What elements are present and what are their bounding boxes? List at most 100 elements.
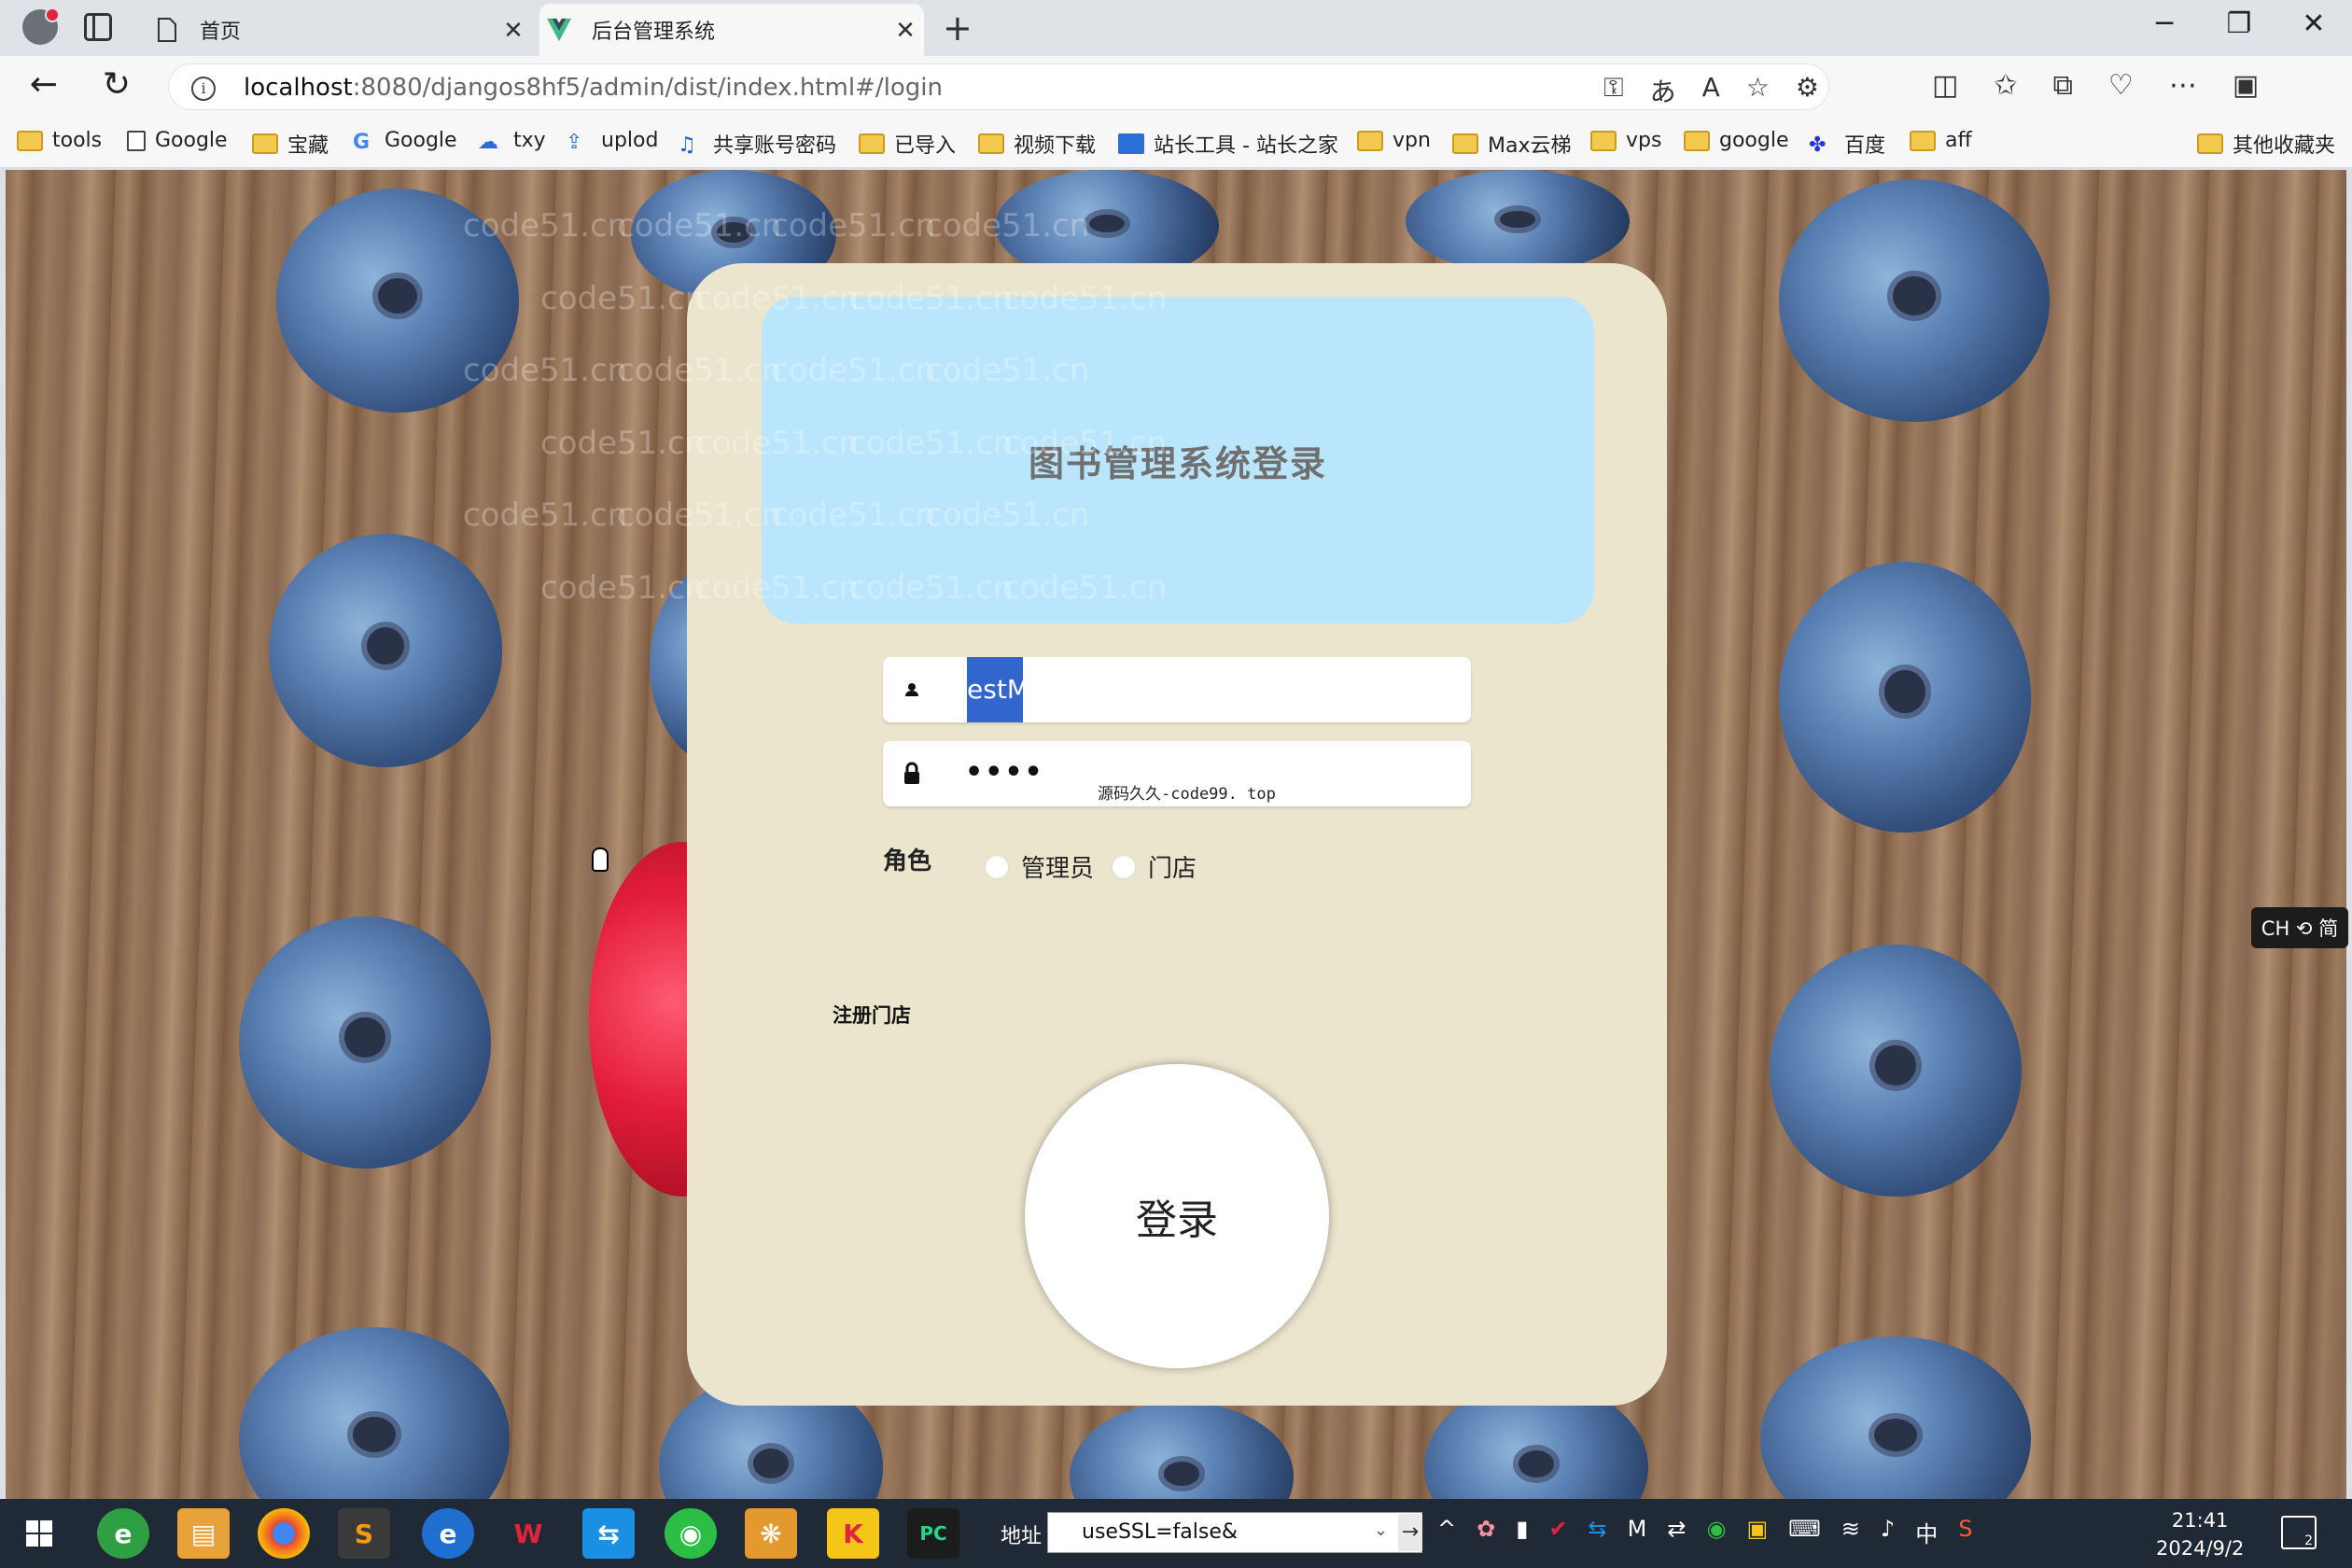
wifi-icon[interactable]: ≋ xyxy=(1841,1516,1860,1548)
sidebar-icon[interactable]: ▣ xyxy=(2233,69,2259,102)
url-text[interactable]: localhost:8080/djangos8hf5/admin/dist/in… xyxy=(244,74,943,102)
extensions-icon[interactable]: ⚙ xyxy=(1796,72,1819,109)
k-tray-icon[interactable]: ▣ xyxy=(1746,1516,1768,1548)
url-bar[interactable]: i localhost:8080/djangos8hf5/admin/dist/… xyxy=(168,63,1829,110)
profile-avatar-icon[interactable] xyxy=(22,7,60,45)
more-menu-icon[interactable]: ⋯ xyxy=(2169,69,2197,102)
start-menu-icon[interactable] xyxy=(13,1508,65,1559)
ime-toolbar[interactable]: CH ⟲ 简 xyxy=(2251,907,2348,948)
bookmark-uplod[interactable]: ⇪ uplod xyxy=(566,129,658,154)
bookmark-vpn[interactable]: vpn xyxy=(1357,129,1431,152)
username-field[interactable]: estM xyxy=(883,657,1471,722)
sublime-text-icon[interactable]: S xyxy=(338,1508,390,1559)
chrome-icon[interactable] xyxy=(258,1508,310,1559)
bookmark-treasure[interactable]: 宝藏 xyxy=(252,129,329,159)
mail-icon[interactable]: M xyxy=(1628,1516,1647,1548)
back-icon[interactable]: ← xyxy=(21,65,67,104)
favorites-icon[interactable]: ✩ xyxy=(1994,69,2017,102)
volume-icon[interactable]: ♪ xyxy=(1881,1516,1895,1548)
restore-icon[interactable]: ❐ xyxy=(2216,7,2262,40)
wechat-icon[interactable]: ◉ xyxy=(665,1508,717,1559)
refresh-icon[interactable]: ↻ xyxy=(93,65,140,104)
bookmark-imported[interactable]: 已导入 xyxy=(859,129,956,159)
mouse-cursor-icon xyxy=(592,847,609,872)
translate-icon[interactable]: あ xyxy=(1650,72,1676,109)
bookmark-shared-accounts[interactable]: ♫ 共享账号密码 xyxy=(678,129,836,159)
teamviewer-tray-icon[interactable]: ⇆ xyxy=(1589,1516,1607,1548)
keyboard-icon[interactable]: ⌨ xyxy=(1788,1516,1821,1548)
site-info-icon[interactable]: i xyxy=(191,77,216,101)
bookmark-video-download[interactable]: 视频下载 xyxy=(978,129,1096,159)
read-aloud-icon[interactable]: A xyxy=(1702,72,1720,109)
bookmark-other-favorites[interactable]: 其他收藏夹 xyxy=(2197,129,2335,159)
wps-icon[interactable]: W xyxy=(502,1508,554,1559)
minimize-icon[interactable]: ─ xyxy=(2141,7,2188,40)
login-card: 图书管理系统登录 estM •••• 源码久久-code99. top 角色 管… xyxy=(687,263,1667,1406)
ime-indicator[interactable]: 中 xyxy=(1915,1516,1938,1548)
login-title: 图书管理系统登录 xyxy=(1028,442,1327,484)
usb-icon[interactable]: ▮ xyxy=(1516,1516,1528,1548)
sync-icon[interactable]: ⇄ xyxy=(1667,1516,1686,1548)
background-berry xyxy=(239,917,491,1169)
password-input[interactable]: •••• xyxy=(965,756,1044,789)
bookmark-txy[interactable]: ☁ txy xyxy=(478,129,546,154)
bookmark-google-page[interactable]: Google xyxy=(127,129,228,152)
pycharm-icon[interactable]: PC xyxy=(907,1508,959,1559)
close-icon[interactable]: ✕ xyxy=(500,17,526,45)
tray-app-icon[interactable]: ✿ xyxy=(1477,1516,1495,1548)
app-icon[interactable]: ❋ xyxy=(745,1508,797,1559)
file-explorer-icon[interactable]: ▤ xyxy=(177,1508,230,1559)
teamviewer-icon[interactable]: ⇆ xyxy=(582,1508,635,1559)
bookmark-google-folder[interactable]: google xyxy=(1684,129,1789,152)
tab-label: 首页 xyxy=(200,21,242,44)
key-icon[interactable]: ⚿ xyxy=(1603,72,1623,109)
edge-icon[interactable]: e xyxy=(422,1508,474,1559)
ie-browser-icon[interactable]: e xyxy=(97,1508,149,1559)
window-close-icon[interactable]: ✕ xyxy=(2290,7,2337,40)
bookmark-tools[interactable]: tools xyxy=(17,129,102,152)
go-arrow-icon[interactable]: → xyxy=(1398,1514,1422,1551)
taskbar-clock[interactable]: 21:41 2024/9/2 xyxy=(2156,1506,2244,1562)
split-screen-icon[interactable]: ◫ xyxy=(1932,69,1958,102)
cloud-icon: ☁ xyxy=(478,130,498,154)
notification-center-icon[interactable]: 2 xyxy=(2281,1516,2317,1549)
bookmark-google[interactable]: G Google xyxy=(353,129,457,154)
tab-admin[interactable]: 后台管理系统 ✕ xyxy=(539,4,924,56)
new-tab-icon[interactable]: + xyxy=(943,7,973,49)
register-store-link[interactable]: 注册门店 xyxy=(833,1001,911,1029)
address-toolbar: ← ↻ i localhost:8080/djangos8hf5/admin/d… xyxy=(0,56,2352,119)
taskbar-address-input[interactable]: useSSL=false& ⌄ xyxy=(1047,1512,1422,1553)
radio-circle[interactable] xyxy=(1113,855,1135,878)
bookmark-baidu[interactable]: ✤ 百度 xyxy=(1809,129,1885,159)
sogou-input-icon[interactable]: S xyxy=(1958,1516,1972,1548)
username-input[interactable]: estM xyxy=(967,657,1023,722)
role-radio-admin[interactable]: 管理员 xyxy=(986,849,1094,884)
antivirus-icon[interactable]: ✔ xyxy=(1548,1516,1567,1548)
background-berry xyxy=(276,189,519,413)
login-button[interactable]: 登录 xyxy=(1025,1064,1329,1368)
collections-icon[interactable]: ⧉ xyxy=(2053,69,2073,102)
bookmark-aff[interactable]: aff xyxy=(1910,129,1972,152)
role-radio-store[interactable]: 门店 xyxy=(1113,849,1197,884)
tab-home[interactable]: 首页 ✕ xyxy=(149,4,532,56)
bookmark-max[interactable]: Max云梯 xyxy=(1452,129,1571,159)
wechat-tray-icon[interactable]: ◉ xyxy=(1706,1516,1726,1548)
browser-tab-bar: 首页 ✕ 后台管理系统 ✕ + ─ ❐ ✕ xyxy=(0,0,2352,56)
show-hidden-icons-chevron-icon[interactable]: ^ xyxy=(1437,1516,1456,1548)
chevron-down-icon[interactable]: ⌄ xyxy=(1374,1520,1388,1540)
background-berry xyxy=(1760,1337,2031,1499)
folder-icon xyxy=(1357,130,1383,151)
radio-circle[interactable] xyxy=(986,855,1008,878)
password-field[interactable]: •••• 源码久久-code99. top xyxy=(883,741,1471,806)
baidu-icon: ✤ xyxy=(1809,133,1827,157)
tab-actions-icon[interactable] xyxy=(84,13,112,41)
watermark-text: code51.cn xyxy=(463,497,628,534)
k-app-icon[interactable]: K xyxy=(827,1508,879,1559)
favorite-star-icon[interactable]: ☆ xyxy=(1746,72,1770,109)
bookmark-vps[interactable]: vps xyxy=(1590,129,1661,152)
lock-icon xyxy=(898,760,926,788)
browser-essentials-icon[interactable]: ♡ xyxy=(2108,69,2134,102)
bookmark-webmaster-tools[interactable]: 站长工具 - 站长之家 xyxy=(1118,129,1338,159)
close-icon[interactable]: ✕ xyxy=(892,17,918,45)
background-berry xyxy=(1779,562,2031,833)
